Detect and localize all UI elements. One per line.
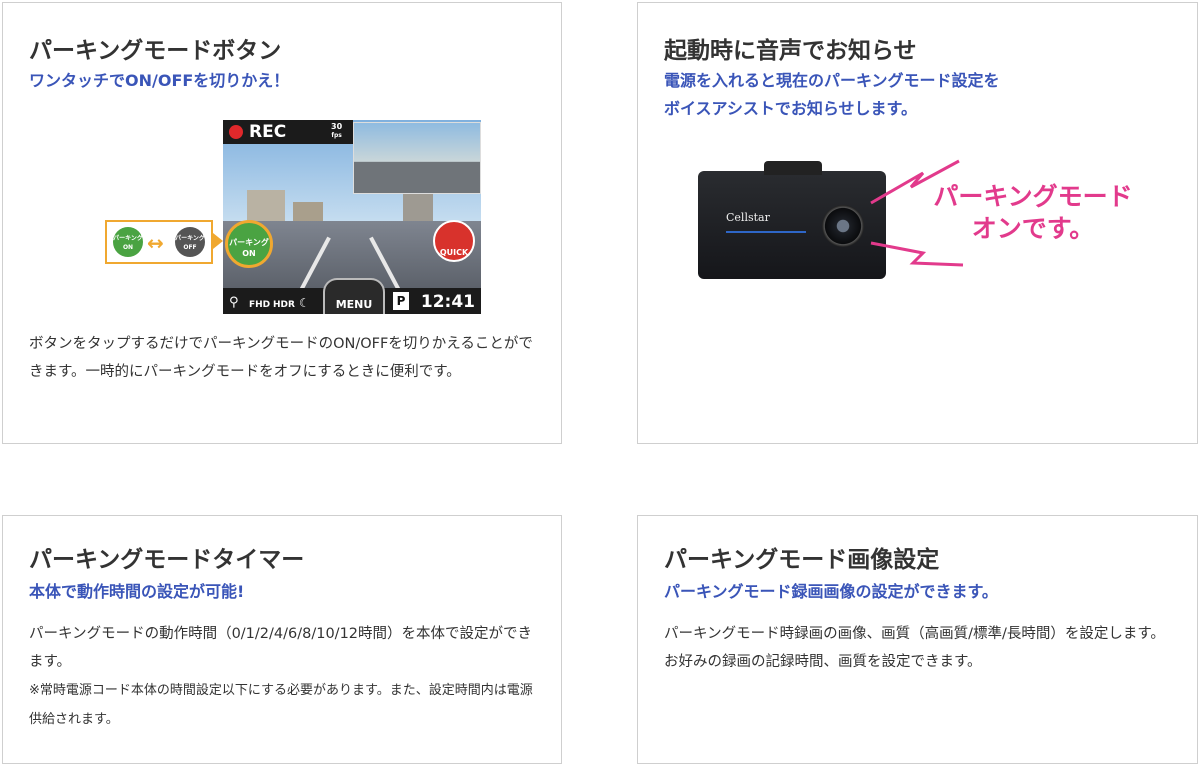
card-title: パーキングモード画像設定 [664, 546, 940, 573]
location-pin-icon: ⚲ [229, 295, 239, 310]
rec-label: REC [249, 122, 287, 142]
card-title: 起動時に音声でお知らせ [664, 37, 917, 64]
card-subtitle: パーキングモード録画画像の設定ができます。 [664, 582, 998, 601]
feature-card-parking-timer: パーキングモードタイマー 本体で動作時間の設定が可能! パーキングモードの動作時… [2, 515, 562, 764]
callout-pointer [213, 233, 223, 249]
rec-dot-icon [229, 125, 243, 139]
camera-brand-logo: Cellstar [726, 211, 770, 224]
dashcam-screen-illustration: REC 30 fps パーキング ON QUICK ⚲ FHD HDR ☾ P … [223, 120, 481, 314]
rec-status-bar: REC 30 fps [223, 120, 353, 144]
night-mode-icon: ☾ [299, 296, 310, 310]
pip-camera-view [353, 122, 481, 194]
parking-mode-button[interactable]: パーキング ON [225, 220, 273, 268]
fhd-indicator: FHD [249, 300, 271, 310]
menu-button[interactable]: MENU [323, 278, 385, 314]
parking-badge: P [393, 292, 409, 310]
dashcam-device-image: Cellstar [698, 161, 886, 279]
camera-lens-icon [822, 205, 864, 247]
toggle-on-icon: パーキング ON [113, 227, 143, 257]
fps-indicator: 30 fps [331, 122, 343, 139]
feature-card-image-settings: パーキングモード画像設定 パーキングモード録画画像の設定ができます。 パーキング… [637, 515, 1198, 764]
card-body: ボタンをタップするだけでパーキングモードのON/OFFを切りかえることができます… [29, 336, 533, 380]
card-subtitle-line1: 電源を入れると現在のパーキングモード設定を [664, 71, 1000, 90]
feature-card-parking-button: パーキングモードボタン ワンタッチでON/OFFを切りかえ！ REC 30 fp… [2, 2, 562, 444]
feature-card-voice-notice: 起動時に音声でお知らせ 電源を入れると現在のパーキングモード設定を ボイスアシス… [637, 2, 1198, 444]
card-subtitle-line2: ボイスアシストでお知らせします。 [664, 99, 917, 118]
toggle-off-icon: パーキング OFF [175, 227, 205, 257]
toggle-arrow-icon: ↔ [147, 231, 164, 255]
card-title: パーキングモードタイマー [29, 546, 305, 573]
card-body: パーキングモード時録画の画像、画質（高画質/標準/長時間）を設定します。お好みの… [664, 626, 1165, 670]
card-subtitle: 本体で動作時間の設定が可能! [29, 582, 245, 601]
hdr-indicator: HDR [273, 300, 295, 310]
card-body: パーキングモードの動作時間（0/1/2/4/6/8/10/12時間）を本体で設定… [29, 626, 533, 727]
card-subtitle: ワンタッチでON/OFFを切りかえ！ [29, 71, 290, 90]
clock-display: 12:41 [420, 292, 475, 312]
quick-record-button[interactable]: QUICK [433, 220, 475, 262]
card-title: パーキングモードボタン [29, 37, 282, 64]
parking-toggle-callout: パーキング ON ↔ パーキング OFF [105, 220, 213, 264]
card-note: ※常時電源コード本体の時間設定以下にする必要があります。また、設定時間内は電源供… [29, 683, 533, 727]
voice-speech-text: パーキングモード オンです。 [933, 182, 1133, 243]
